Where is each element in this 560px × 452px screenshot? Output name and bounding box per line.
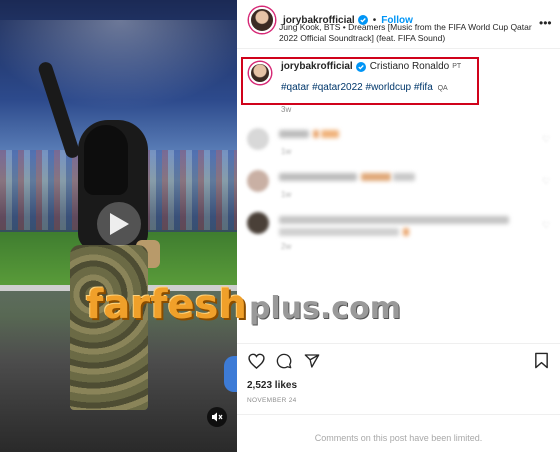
person-camo-pants [70,245,148,410]
author-avatar[interactable] [249,7,275,33]
comment-heart-icon[interactable]: ♡ [542,220,550,231]
comment-avatar[interactable] [247,212,269,234]
hashtags-flag: QA [437,85,448,92]
play-icon [110,213,129,235]
comment-meta-blurred: 1w [281,190,292,199]
comment-heart-icon[interactable]: ♡ [542,134,550,145]
comment-item [247,212,269,234]
comment-text-blurred [279,130,339,138]
post-actions [247,352,331,370]
post-details-panel: jorybakrofficial • Follow Jung Kook, BTS… [237,0,560,452]
person-hair [84,125,128,195]
caption-first-line: jorybakrofficial Cristiano Ronaldo PT [281,60,461,73]
likes-count[interactable]: 2,523 likes [247,380,297,391]
media-edge-indicator [224,356,237,392]
comment-text-blurred [279,216,509,236]
comments-limited-notice: Comments on this post have been limited. [314,433,483,443]
comment-text-blurred [279,173,415,181]
caption-hashtags[interactable]: #qatar #qatar2022 #worldcup #fifa [281,82,433,93]
comment-avatar[interactable] [247,128,269,150]
comment-avatar[interactable] [247,170,269,192]
mention-flag: PT [452,63,462,70]
like-button[interactable] [247,352,265,370]
caption-body: jorybakrofficial Cristiano Ronaldo PT #q… [281,60,461,95]
audio-track[interactable]: Jung Kook, BTS • Dreamers [Music from th… [279,22,549,44]
comment-icon [276,353,292,369]
bookmark-icon [535,352,548,369]
more-horizontal-icon[interactable]: ••• [539,16,552,30]
header-divider [237,48,560,49]
mute-button[interactable] [207,407,227,427]
comment-item [247,128,269,150]
comment-meta-blurred: 2w [281,242,292,251]
comment-meta-blurred: 1w [281,147,292,156]
comment-item [247,170,269,192]
share-icon [304,354,320,368]
comment-button[interactable] [275,352,293,370]
comments-divider [237,414,560,415]
mute-icon [212,412,223,422]
actions-divider [237,343,560,344]
caption-author-avatar[interactable] [249,62,271,84]
comment-heart-icon[interactable]: ♡ [542,176,550,187]
post-caption: jorybakrofficial Cristiano Ronaldo PT #q… [249,60,461,95]
caption-mention[interactable]: Cristiano Ronaldo [370,60,450,73]
play-button[interactable] [97,202,141,246]
verified-badge-icon [355,61,366,72]
save-button[interactable] [534,352,552,370]
stadium-roof [0,20,237,110]
heart-icon [247,353,265,369]
post-date: NOVEMBER 24 [247,397,297,404]
post-media-video[interactable] [0,0,237,452]
caption-username[interactable]: jorybakrofficial [281,60,353,73]
caption-timestamp: 3w [281,105,292,114]
share-button[interactable] [303,352,321,370]
caption-hashtags-line: #qatar #qatar2022 #worldcup #fifa QA [281,81,461,95]
